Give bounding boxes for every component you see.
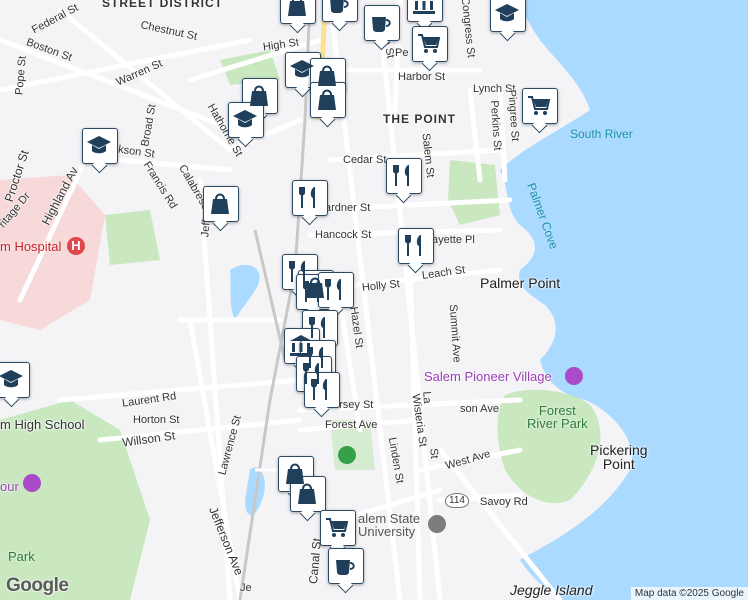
route-114-shield: 114	[445, 493, 469, 508]
restaurant-icon	[393, 165, 409, 186]
label-lafayette-pl: ayette Pl	[432, 234, 475, 246]
label-forest-river-park: Forest River Park	[527, 403, 588, 431]
shopping-bag-icon	[288, 0, 306, 16]
restaurant-icon	[405, 235, 421, 256]
shopping-bag-icon	[250, 85, 268, 106]
label-high-school: m High School	[0, 417, 85, 432]
palmer-cove-park	[448, 160, 500, 225]
shopping-bag-marker[interactable]	[203, 186, 239, 230]
label-street-district: STREET DISTRICT	[102, 0, 224, 10]
restaurant-icon	[325, 279, 341, 300]
google-logo: Google	[6, 575, 69, 596]
shopping-bag-icon	[298, 483, 316, 504]
label-harbor-st: Harbor St	[398, 71, 446, 83]
map-attribution[interactable]: Map data ©2025 Google	[630, 587, 748, 600]
shopping-cart-marker[interactable]	[412, 26, 448, 70]
label-lafayette-low: La	[420, 390, 434, 404]
shopping-cart-marker[interactable]	[522, 88, 558, 132]
school-icon	[0, 370, 23, 388]
label-jeggle-island: Jeggle Island	[510, 582, 593, 598]
school-marker[interactable]	[490, 0, 526, 40]
label-savoy-rd: Savoy Rd	[480, 496, 528, 508]
label-gardner-st: ardner St	[325, 202, 371, 214]
hospital-icon[interactable]: H	[67, 237, 85, 255]
attraction-icon[interactable]	[23, 474, 41, 492]
coffee-marker[interactable]	[322, 0, 358, 30]
bank-icon	[413, 1, 435, 14]
label-pingree-st: Pingree St	[505, 89, 521, 142]
map-canvas[interactable]	[0, 0, 748, 600]
school-icon	[87, 136, 111, 154]
school-marker[interactable]	[228, 102, 264, 146]
label-hancock-st: Hancock St	[315, 229, 372, 241]
label-the-point: THE POINT	[383, 112, 457, 126]
shopping-bag-icon	[318, 89, 336, 110]
university-icon[interactable]	[428, 515, 446, 533]
label-park: Park	[8, 549, 35, 564]
shopping-bag-icon	[318, 65, 336, 86]
museum-icon[interactable]	[565, 367, 583, 385]
label-cedar-st: Cedar St	[343, 154, 387, 166]
coffee-marker[interactable]	[364, 5, 400, 49]
label-horton-st: Horton St	[133, 414, 180, 426]
label-pioneer-village[interactable]: Salem Pioneer Village	[424, 370, 552, 383]
restaurant-marker[interactable]	[398, 228, 434, 272]
shopping-bag-marker[interactable]	[280, 0, 316, 32]
label-je: Je	[240, 582, 252, 594]
shopping-cart-icon	[326, 518, 349, 537]
restaurant-icon	[311, 379, 327, 400]
label-palmer-point: Palmer Point	[480, 275, 561, 291]
coffee-icon	[372, 17, 391, 32]
label-jackson-ave: son Ave	[460, 403, 499, 415]
coffee-icon	[330, 0, 349, 13]
school-marker[interactable]	[82, 128, 118, 172]
restaurant-marker[interactable]	[304, 372, 340, 416]
label-peabody-st: Pe	[395, 47, 409, 59]
label-hospital: m Hospital	[0, 239, 62, 254]
shopping-bag-icon	[211, 193, 229, 214]
school-marker[interactable]	[0, 362, 30, 406]
coffee-icon	[336, 560, 355, 575]
park-icon[interactable]	[338, 446, 356, 464]
label-south-river: South River	[570, 127, 633, 141]
school-icon	[495, 4, 519, 22]
coffee-marker[interactable]	[328, 548, 364, 592]
school-icon	[233, 110, 257, 128]
label-our: our	[0, 479, 19, 494]
label-pickering-point: Pickering Point	[590, 442, 648, 472]
restaurant-icon	[299, 187, 315, 208]
shopping-bag-marker[interactable]	[310, 82, 346, 126]
shopping-cart-icon	[418, 34, 441, 53]
restaurant-marker[interactable]	[386, 158, 422, 202]
label-salem-state-university: alem State University	[358, 511, 421, 539]
shopping-cart-icon	[528, 96, 551, 115]
label-forest-ave: Forest Ave	[325, 419, 378, 431]
label-lafayette-low2: St	[427, 447, 441, 460]
school-icon	[290, 60, 314, 78]
label-perkins-st: Perkins St	[487, 100, 504, 151]
restaurant-marker[interactable]	[292, 180, 328, 224]
